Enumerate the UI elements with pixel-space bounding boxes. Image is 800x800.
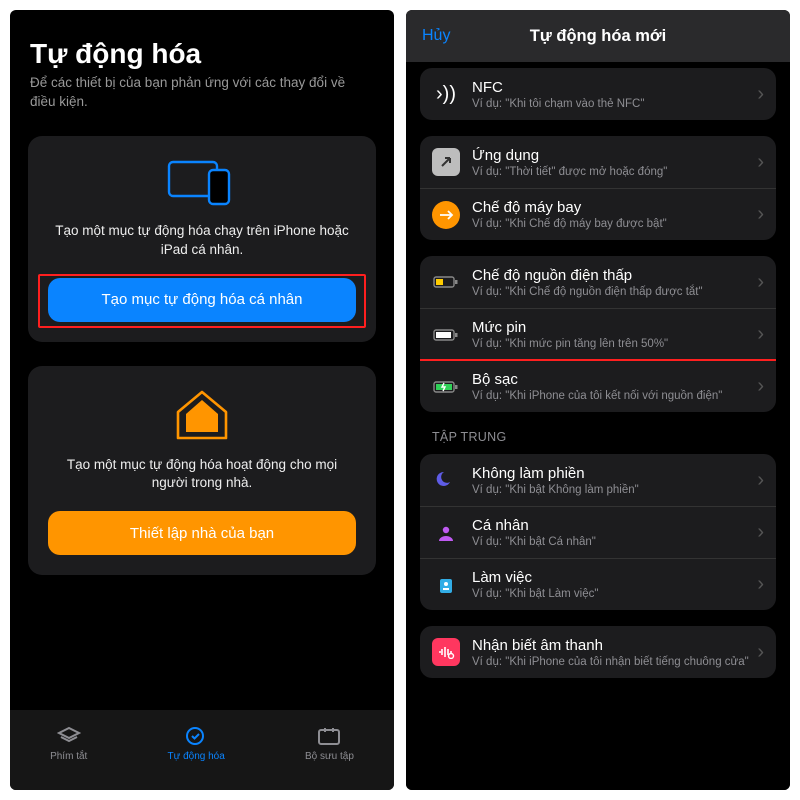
cancel-button[interactable]: Hủy — [422, 27, 450, 45]
row-example: Ví dụ: "Thời tiết" được mở hoặc đóng" — [472, 166, 751, 178]
row-example: Ví dụ: "Khi iPhone của tôi kết nối với n… — [472, 390, 751, 402]
home-card-desc: Tạo một mục tự động hóa hoạt động cho mọ… — [48, 456, 356, 494]
trigger-row-sound-recognition[interactable]: Nhận biết âm thanh Ví dụ: "Khi iPhone củ… — [420, 626, 776, 678]
tab-shortcuts[interactable]: Phím tắt — [50, 725, 87, 762]
row-label: Nhận biết âm thanh — [472, 637, 751, 654]
charger-icon — [432, 373, 460, 401]
row-example: Ví dụ: "Khi Chế độ máy bay được bật" — [472, 218, 751, 230]
row-label: Chế độ máy bay — [472, 199, 751, 216]
tab-bar: Phím tắt Tự động hóa Bộ sưu tập — [10, 710, 394, 790]
new-automation-screen: Hủy Tự động hóa mới ›)) NFC Ví dụ: "Khi … — [406, 10, 790, 790]
tab-label: Tự động hóa — [167, 751, 224, 762]
personal-automation-card: Tạo một mục tự động hóa chạy trên iPhone… — [28, 136, 376, 342]
chevron-right-icon: › — [757, 83, 764, 106]
chevron-right-icon: › — [757, 521, 764, 544]
battery-icon — [432, 321, 460, 349]
tab-automation[interactable]: Tự động hóa — [167, 725, 224, 762]
setup-home-button[interactable]: Thiết lập nhà của bạn — [48, 511, 356, 555]
chevron-right-icon: › — [757, 641, 764, 664]
row-example: Ví dụ: "Khi iPhone của tôi nhận biết tiế… — [472, 656, 751, 668]
trigger-row-airplane[interactable]: Chế độ máy bay Ví dụ: "Khi Chế độ máy ba… — [420, 188, 776, 240]
row-label: Bộ sạc — [472, 371, 751, 388]
row-example: Ví dụ: "Khi mức pin tăng lên trên 50%" — [472, 338, 751, 350]
tab-label: Phím tắt — [50, 751, 87, 762]
badge-icon — [432, 571, 460, 599]
chevron-right-icon: › — [757, 271, 764, 294]
gallery-icon — [316, 725, 342, 747]
row-label: Cá nhân — [472, 517, 751, 534]
automation-home-screen: Tự động hóa Để các thiết bị của bạn phản… — [10, 10, 394, 790]
chevron-right-icon: › — [757, 469, 764, 492]
tab-gallery[interactable]: Bộ sưu tập — [305, 725, 354, 762]
airplane-icon — [432, 201, 460, 229]
stack-icon — [56, 725, 82, 747]
moon-icon — [432, 466, 460, 494]
chevron-right-icon: › — [757, 375, 764, 398]
app-icon — [432, 148, 460, 176]
trigger-row-low-power[interactable]: Chế độ nguồn điện thấp Ví dụ: "Khi Chế đ… — [420, 256, 776, 308]
row-label: Chế độ nguồn điện thấp — [472, 267, 751, 284]
person-icon — [432, 519, 460, 547]
trigger-row-battery[interactable]: Mức pin Ví dụ: "Khi mức pin tăng lên trê… — [420, 308, 776, 360]
tab-label: Bộ sưu tập — [305, 751, 354, 762]
chevron-right-icon: › — [757, 203, 764, 226]
home-icon — [172, 388, 232, 442]
home-automation-card: Tạo một mục tự động hóa hoạt động cho mọ… — [28, 366, 376, 576]
create-personal-automation-button[interactable]: Tạo mục tự động hóa cá nhân — [48, 278, 356, 322]
personal-card-desc: Tạo một mục tự động hóa chạy trên iPhone… — [48, 222, 356, 260]
chevron-right-icon: › — [757, 151, 764, 174]
row-example: Ví dụ: "Khi bật Không làm phiền" — [472, 484, 751, 496]
clock-check-icon — [183, 725, 209, 747]
row-label: Ứng dụng — [472, 147, 751, 164]
row-label: Không làm phiền — [472, 465, 751, 482]
devices-icon — [165, 158, 239, 208]
row-label: Mức pin — [472, 319, 751, 336]
row-example: Ví dụ: "Khi bật Cá nhân" — [472, 536, 751, 548]
trigger-row-charger[interactable]: Bộ sạc Ví dụ: "Khi iPhone của tôi kết nố… — [420, 360, 776, 412]
navigation-bar: Hủy Tự động hóa mới — [406, 10, 790, 62]
button-label: Thiết lập nhà của bạn — [130, 525, 274, 542]
trigger-row-nfc[interactable]: ›)) NFC Ví dụ: "Khi tôi chạm vào thẻ NFC… — [420, 68, 776, 120]
section-header-focus: TẬP TRUNG — [432, 430, 764, 444]
row-label: NFC — [472, 79, 751, 96]
sound-waves-icon — [432, 638, 460, 666]
nav-title: Tự động hóa mới — [406, 27, 790, 46]
row-example: Ví dụ: "Khi tôi chạm vào thẻ NFC" — [472, 98, 751, 110]
page-subtitle: Để các thiết bị của bạn phản ứng với các… — [30, 70, 374, 112]
trigger-row-dnd[interactable]: Không làm phiền Ví dụ: "Khi bật Không là… — [420, 454, 776, 506]
chevron-right-icon: › — [757, 573, 764, 596]
row-label: Làm việc — [472, 569, 751, 586]
button-label: Tạo mục tự động hóa cá nhân — [101, 291, 302, 308]
trigger-row-work-focus[interactable]: Làm việc Ví dụ: "Khi bật Làm việc" › — [420, 558, 776, 610]
row-example: Ví dụ: "Khi Chế độ nguồn điện thấp được … — [472, 286, 751, 298]
row-example: Ví dụ: "Khi bật Làm việc" — [472, 588, 751, 600]
nfc-icon: ›)) — [432, 80, 460, 108]
trigger-row-app[interactable]: Ứng dụng Ví dụ: "Thời tiết" được mở hoặc… — [420, 136, 776, 188]
trigger-row-personal-focus[interactable]: Cá nhân Ví dụ: "Khi bật Cá nhân" › — [420, 506, 776, 558]
low-power-icon — [432, 268, 460, 296]
chevron-right-icon: › — [757, 323, 764, 346]
page-title: Tự động hóa — [30, 38, 374, 70]
